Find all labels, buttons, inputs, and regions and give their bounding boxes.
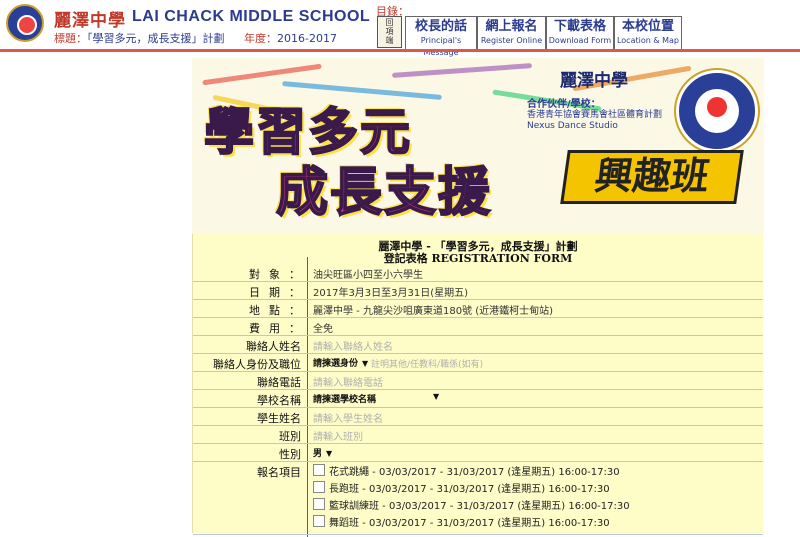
course-option[interactable]: 花式跳繩 - 03/03/2017 - 31/03/2017 (逢星期五) 16… <box>313 463 620 478</box>
course-checkbox[interactable] <box>313 515 325 527</box>
title-row: 標題：「學習多元，成長支援」計劃 年度：2016-2017 <box>54 30 353 46</box>
header-divider <box>0 49 800 52</box>
date-value: 2017年3月3日至3月31日(星期五) <box>313 288 469 299</box>
partner-heading: 合作伙伴/學校： <box>527 99 601 110</box>
row-target: 對象： 油尖旺區小四至小六學生 <box>193 264 763 282</box>
menu-item-cn: 網上報名 <box>485 19 538 34</box>
student-name-input[interactable]: 請輸入學生姓名 <box>313 410 383 425</box>
phone-input[interactable]: 請輸入聯絡電話 <box>313 374 383 389</box>
course-checkbox[interactable] <box>313 464 325 476</box>
menu-item-en: Location & Map <box>616 36 680 45</box>
year-label: 年度： <box>244 32 277 45</box>
student-label: 學生姓名 <box>257 412 301 425</box>
principal-message-button[interactable]: 校長的話 Principal's Message <box>405 16 477 57</box>
phone-label: 聯絡電話 <box>257 376 301 389</box>
chevron-down-icon: ▼ <box>362 359 369 368</box>
registration-form: 麗澤中學 - 「學習多元，成長支援」計劃 登記表格 REGISTRATION F… <box>192 234 763 537</box>
menu-item-cn: 下載表格 <box>553 19 606 34</box>
course-label: 長跑班 - 03/03/2017 - 31/03/2017 (逢星期五) 16:… <box>329 484 610 495</box>
crayon-scribble <box>391 63 533 78</box>
venue-label: 地點： <box>249 304 309 317</box>
row-contact-role: 聯絡人身份及職位 請揀選身份 ▼ 註明其他/任教科/職係(如有) <box>193 354 763 372</box>
download-form-button[interactable]: 下載表格 Download Form <box>546 16 614 50</box>
location-map-button[interactable]: 本校位置 Location & Map <box>614 16 682 50</box>
course-option[interactable]: 舞蹈班 - 03/03/2017 - 31/03/2017 (逢星期五) 16:… <box>313 514 610 529</box>
select-value: 請揀選學校名稱 <box>313 395 377 405</box>
target-label: 對象： <box>249 268 309 281</box>
row-gender: 性別 男 ▼ <box>193 444 763 462</box>
school-label: 學校名稱 <box>257 394 301 407</box>
title-value: 「學習多元，成長支援」計劃 <box>87 32 225 45</box>
course-label: 花式跳繩 - 03/03/2017 - 31/03/2017 (逢星期五) 16… <box>329 467 620 478</box>
contact-name-label: 聯絡人姓名 <box>246 340 301 353</box>
menu-item-cn: 校長的話 <box>414 19 467 34</box>
select-value: 男 <box>313 449 323 459</box>
title-label: 標題： <box>54 32 87 45</box>
target-value: 油尖旺區小四至小六學生 <box>313 270 423 281</box>
contact-role-label: 聯絡人身份及職位 <box>213 358 301 371</box>
school-name-cn: 麗澤中學 <box>54 11 126 31</box>
menu-item-en: Register Online <box>480 36 543 45</box>
row-student: 學生姓名 請輸入學生姓名 <box>193 408 763 426</box>
site-header: 麗澤中學 LAI CHACK MIDDLE SCHOOL 標題：「學習多元，成長… <box>0 0 800 57</box>
courses-label: 報名項目 <box>257 466 301 479</box>
row-date: 日期： 2017年3月3日至3月31日(星期五) <box>193 282 763 300</box>
row-school: 學校名稱 請揀選學校名稱 ▼ <box>193 390 763 408</box>
contact-name-input[interactable]: 請輸入聯絡人姓名 <box>313 338 393 353</box>
row-class: 班別 請輸入班別 <box>193 426 763 444</box>
gender-label: 性別 <box>279 448 301 461</box>
chevron-down-icon: ▼ <box>433 392 440 401</box>
school-name-en: LAI CHACK MIDDLE SCHOOL <box>132 8 371 25</box>
register-online-button[interactable]: 網上報名 Register Online <box>477 16 546 50</box>
row-phone: 聯絡電話 請輸入聯絡電話 <box>193 372 763 390</box>
course-label: 舞蹈班 - 03/03/2017 - 31/03/2017 (逢星期五) 16:… <box>329 518 610 529</box>
course-checkbox[interactable] <box>313 498 325 510</box>
fee-value: 全免 <box>313 324 333 335</box>
banner-school-name: 麗澤中學 <box>560 71 628 91</box>
chevron-down-icon: ▼ <box>326 449 333 458</box>
course-option[interactable]: 長跑班 - 03/03/2017 - 31/03/2017 (逢星期五) 16:… <box>313 480 610 495</box>
poster-button[interactable]: 回 項 端 <box>377 16 402 48</box>
contact-role-select[interactable]: 請揀選身份 ▼ <box>313 356 368 369</box>
date-label: 日期： <box>249 286 309 299</box>
course-label: 籃球訓練班 - 03/03/2017 - 31/03/2017 (逢星期五) 1… <box>329 501 630 512</box>
select-value: 請揀選身份 <box>313 359 359 369</box>
partner-line: Nexus Dance Studio <box>527 121 618 131</box>
course-checkbox[interactable] <box>313 481 325 493</box>
gender-select[interactable]: 男 ▼ <box>313 446 332 459</box>
slogan-growth: 成長支援 <box>275 161 493 224</box>
partner-line: 香港青年協會賽馬會社區體育計劃 <box>527 110 663 120</box>
school-logo-icon <box>6 4 44 42</box>
contact-role-note-input[interactable]: 註明其他/任教科/職係(如有) <box>371 357 483 370</box>
interest-class-badge: 興趣班 <box>560 150 744 204</box>
course-option[interactable]: 籃球訓練班 - 03/03/2017 - 31/03/2017 (逢星期五) 1… <box>313 497 630 512</box>
year-value: 2016-2017 <box>277 32 337 45</box>
crest-emblem <box>707 97 727 117</box>
class-label: 班別 <box>279 430 301 443</box>
school-select[interactable]: 請揀選學校名稱 ▼ <box>313 392 439 405</box>
row-contact-name: 聯絡人姓名 請輸入聯絡人姓名 <box>193 336 763 354</box>
row-venue: 地點： 麗澤中學 - 九龍尖沙咀廣東道180號 (近港鐵柯士甸站) <box>193 300 763 318</box>
fee-label: 費用： <box>249 322 309 335</box>
row-courses: 報名項目 花式跳繩 - 03/03/2017 - 31/03/2017 (逢星期… <box>193 462 763 535</box>
class-input[interactable]: 請輸入班別 <box>313 428 363 443</box>
row-fee: 費用： 全免 <box>193 318 763 336</box>
partner-info: 合作伙伴/學校： 香港青年協會賽馬會社區體育計劃 Nexus Dance Stu… <box>527 99 697 132</box>
menu-item-en: Principal's Message <box>420 36 462 57</box>
school-crest-icon <box>676 70 758 152</box>
menu-item-cn: 本校位置 <box>621 19 674 34</box>
venue-value: 麗澤中學 - 九龍尖沙咀廣東道180號 (近港鐵柯士甸站) <box>313 306 554 317</box>
menu-item-en: Download Form <box>548 36 612 45</box>
